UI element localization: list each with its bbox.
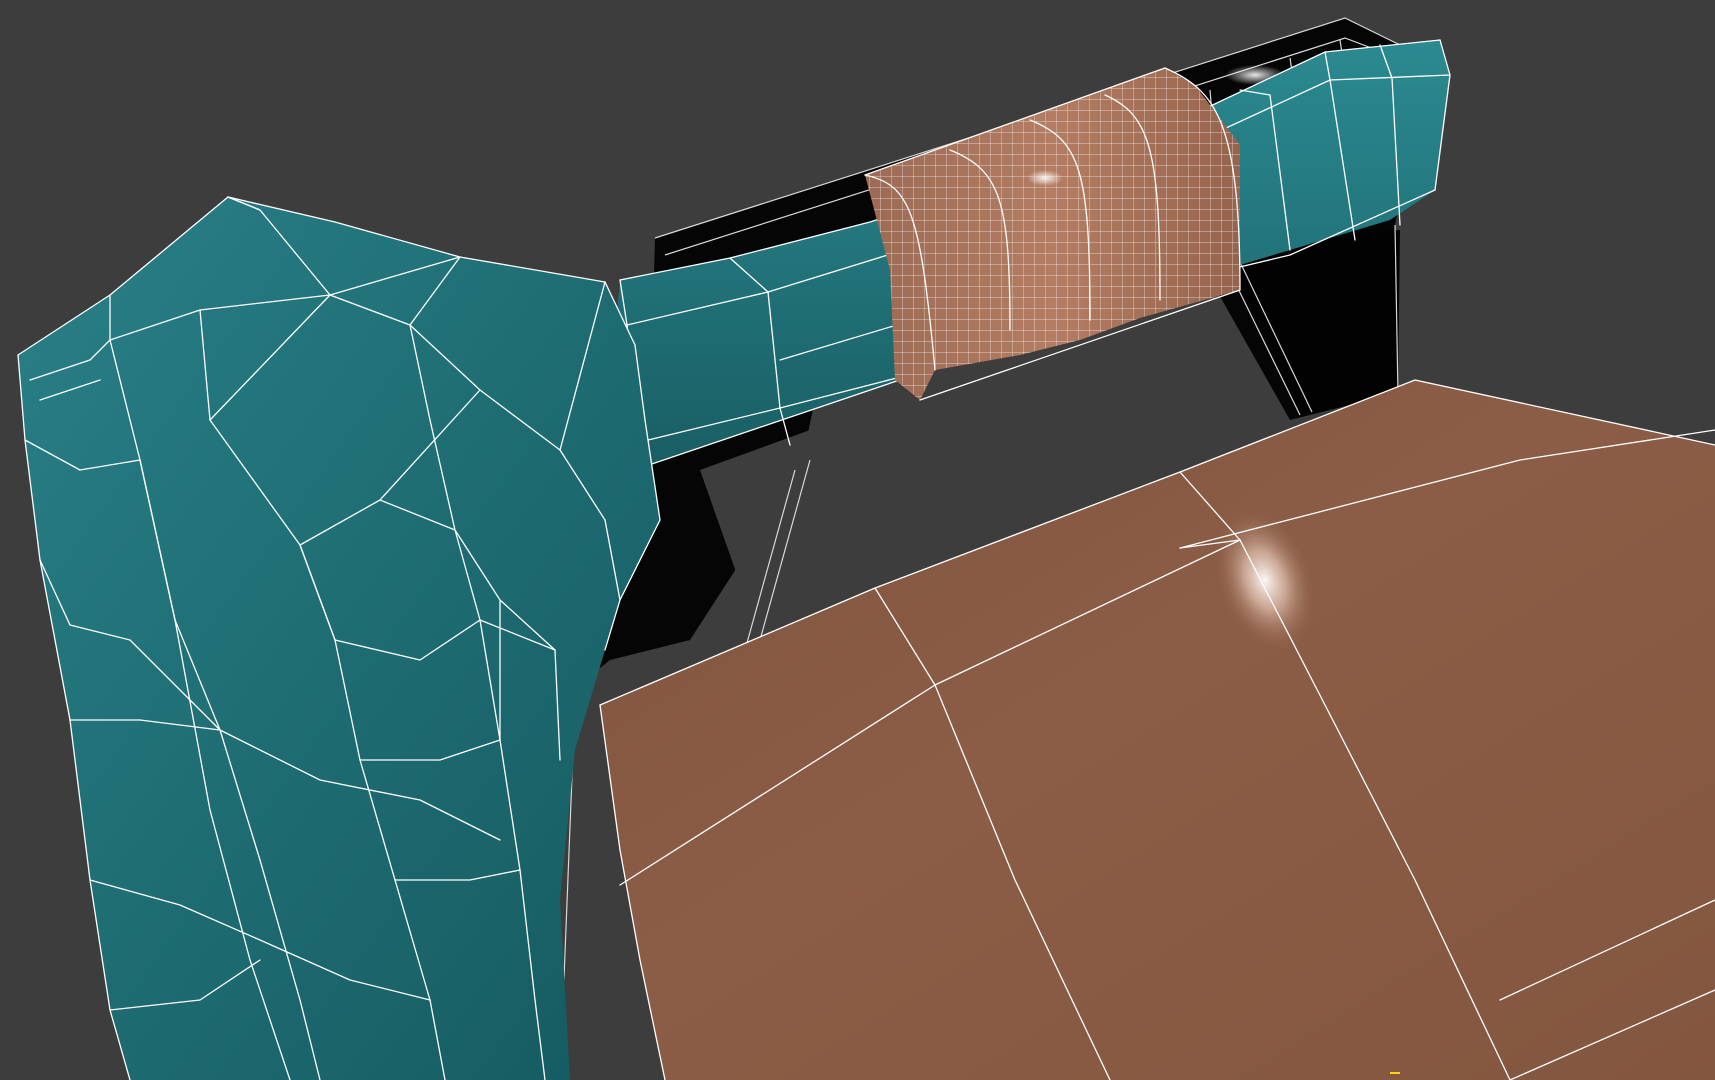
scene-render[interactable] — [0, 0, 1715, 1080]
draped-cloth[interactable] — [17, 196, 661, 1080]
3d-viewport[interactable] — [0, 0, 1715, 1080]
